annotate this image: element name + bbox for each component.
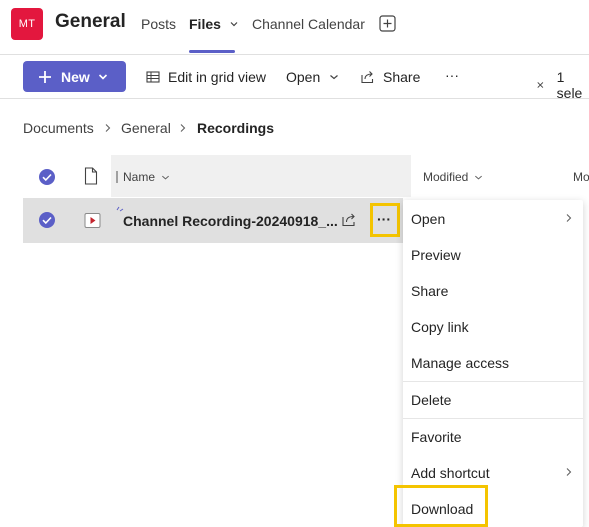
breadcrumb-general[interactable]: General [121,120,171,136]
file-name[interactable]: Channel Recording-20240918_... [123,213,338,229]
edit-grid-view-button[interactable]: Edit in grid view [146,69,266,85]
chevron-down-icon [98,73,107,80]
chevron-right-icon [180,124,186,132]
menu-divider [403,381,583,382]
download-highlight [394,485,488,527]
grid-icon [146,71,160,83]
menu-item-add-shortcut[interactable]: Add shortcut [411,465,490,481]
modified-column-header[interactable]: Modified [423,170,483,184]
modified-by-column-header[interactable]: Mo [573,170,589,184]
menu-item-share[interactable]: Share [411,283,448,299]
name-column-label: Name [123,170,156,184]
open-button[interactable]: Open [286,69,339,85]
menu-item-manage-access[interactable]: Manage access [411,355,509,371]
active-tab-indicator [189,50,235,53]
modified-by-column-label: Mo [573,170,589,184]
name-column-header[interactable]: Name [123,170,170,184]
selection-count-label: 1 sele [556,69,583,101]
team-avatar[interactable]: MT [11,8,43,40]
more-icon: ··· [445,67,459,83]
new-button[interactable]: New [23,61,126,92]
new-button-label: New [61,68,90,85]
menu-item-favorite[interactable]: Favorite [411,429,462,445]
open-button-label: Open [286,69,321,85]
share-icon [361,71,374,84]
tab-files[interactable]: Files [189,16,239,32]
video-file-icon [84,213,101,228]
add-tab-icon [379,15,396,32]
share-button[interactable]: Share [360,69,420,85]
chevron-down-icon [162,175,169,180]
toolbar-more-button[interactable]: ··· [445,67,459,83]
select-all-checkbox[interactable] [38,168,56,186]
menu-item-delete[interactable]: Delete [411,392,451,408]
more-button-highlight [370,203,400,237]
toolbar-divider [0,98,589,99]
breadcrumb-recordings: Recordings [197,120,275,136]
chevron-right-icon [566,468,572,476]
chevron-right-icon [105,124,111,132]
plus-icon [39,70,51,83]
channel-title: General [55,11,126,32]
share-icon[interactable] [341,212,357,227]
column-resize-handle[interactable] [116,171,118,183]
menu-item-preview[interactable]: Preview [411,247,461,263]
edit-grid-view-label: Edit in grid view [168,69,267,85]
header-divider [0,54,589,55]
add-tab-button[interactable] [379,15,396,37]
chevron-down-icon [330,75,339,80]
chevron-right-icon [566,214,572,222]
row-checkbox[interactable] [38,211,56,229]
tab-files-label: Files [189,16,221,32]
tab-posts[interactable]: Posts [141,16,176,32]
menu-divider [403,418,583,419]
modified-column-label: Modified [423,170,469,184]
menu-item-open[interactable]: Open [411,211,445,227]
tab-channel-calendar[interactable]: Channel Calendar [252,16,365,32]
chevron-down-icon [475,175,483,180]
selection-status: 1 sele [536,69,589,101]
close-icon[interactable] [536,80,545,90]
menu-item-copy-link[interactable]: Copy link [411,319,469,335]
chevron-down-icon [230,22,238,27]
share-button-label: Share [383,69,421,85]
file-type-header-icon [84,167,98,185]
breadcrumb-documents[interactable]: Documents [23,120,94,136]
